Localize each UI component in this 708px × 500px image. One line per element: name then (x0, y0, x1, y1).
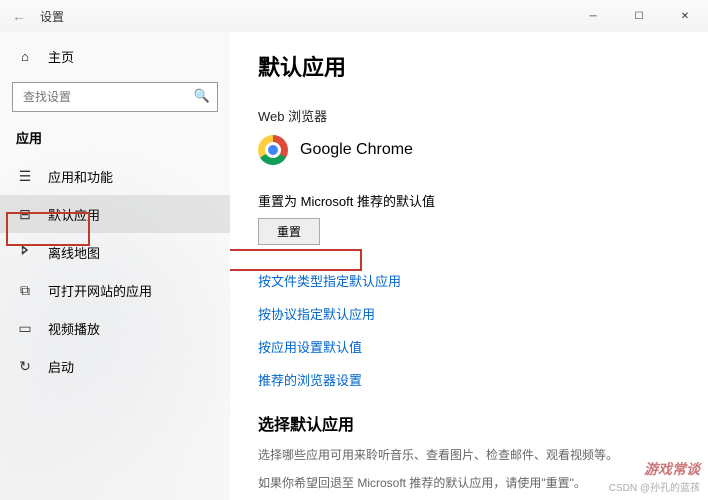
video-icon: ▭ (16, 320, 34, 337)
sidebar-item-default-apps[interactable]: ⊟ 默认应用 (0, 195, 230, 233)
sidebar-item-startup[interactable]: ↻ 启动 (0, 347, 230, 385)
sidebar: ⌂ 主页 🔍 应用 ☰ 应用和功能 ⊟ 默认应用 🢖 离线地图 ⧉ (0, 32, 230, 500)
links-group: 按文件类型指定默认应用 按协议指定默认应用 按应用设置默认值 推荐的浏览器设置 (258, 271, 680, 389)
list-icon: ☰ (16, 168, 34, 185)
highlight-box-link (230, 249, 362, 271)
window-title: 设置 (40, 8, 64, 25)
search-input[interactable] (12, 82, 218, 112)
sidebar-item-label: 可打开网站的应用 (48, 281, 152, 300)
sidebar-item-label: 离线地图 (48, 243, 100, 262)
reset-label: 重置为 Microsoft 推荐的默认值 (258, 191, 680, 210)
minimize-button[interactable]: ─ (570, 0, 616, 32)
back-icon[interactable]: ← (12, 8, 32, 24)
watermark-title: 游戏常谈 (609, 459, 700, 479)
sidebar-item-label: 启动 (48, 357, 74, 376)
titlebar: ← 设置 ─ ☐ ✕ (0, 0, 708, 32)
defaults-icon: ⊟ (16, 206, 34, 223)
choose-heading: 选择默认应用 (258, 411, 680, 435)
link-by-protocol[interactable]: 按协议指定默认应用 (258, 304, 680, 323)
sidebar-home[interactable]: ⌂ 主页 (0, 38, 230, 74)
watermark-sub: CSDN @孙孔的蓝孩 (609, 479, 700, 494)
page-title: 默认应用 (258, 50, 680, 82)
content-pane: 默认应用 Web 浏览器 Google Chrome 重置为 Microsoft… (230, 32, 708, 500)
watermark: 游戏常谈 CSDN @孙孔的蓝孩 (609, 459, 700, 494)
chrome-icon (258, 135, 288, 165)
sidebar-item-label: 视频播放 (48, 319, 100, 338)
browser-name: Google Chrome (300, 141, 413, 159)
reset-button[interactable]: 重置 (258, 218, 320, 245)
search-box[interactable]: 🔍 (12, 82, 218, 112)
sidebar-section: 应用 (0, 122, 230, 157)
home-label: 主页 (48, 47, 74, 66)
sidebar-item-offline-maps[interactable]: 🢖 离线地图 (0, 233, 230, 271)
sidebar-item-video[interactable]: ▭ 视频播放 (0, 309, 230, 347)
home-icon: ⌂ (16, 49, 34, 64)
sidebar-item-apps-features[interactable]: ☰ 应用和功能 (0, 157, 230, 195)
startup-icon: ↻ (16, 358, 34, 375)
link-by-app[interactable]: 按应用设置默认值 (258, 337, 680, 356)
maximize-button[interactable]: ☐ (616, 0, 662, 32)
sidebar-item-label: 应用和功能 (48, 167, 113, 186)
close-button[interactable]: ✕ (662, 0, 708, 32)
browser-row[interactable]: Google Chrome (258, 135, 680, 165)
link-icon: ⧉ (16, 282, 34, 299)
sidebar-item-label: 默认应用 (48, 205, 100, 224)
link-browser-rec[interactable]: 推荐的浏览器设置 (258, 370, 680, 389)
web-browser-label: Web 浏览器 (258, 106, 680, 125)
link-by-filetype[interactable]: 按文件类型指定默认应用 (258, 271, 680, 290)
search-icon: 🔍 (194, 88, 210, 104)
map-icon: 🢖 (16, 240, 34, 264)
sidebar-item-apps-websites[interactable]: ⧉ 可打开网站的应用 (0, 271, 230, 309)
